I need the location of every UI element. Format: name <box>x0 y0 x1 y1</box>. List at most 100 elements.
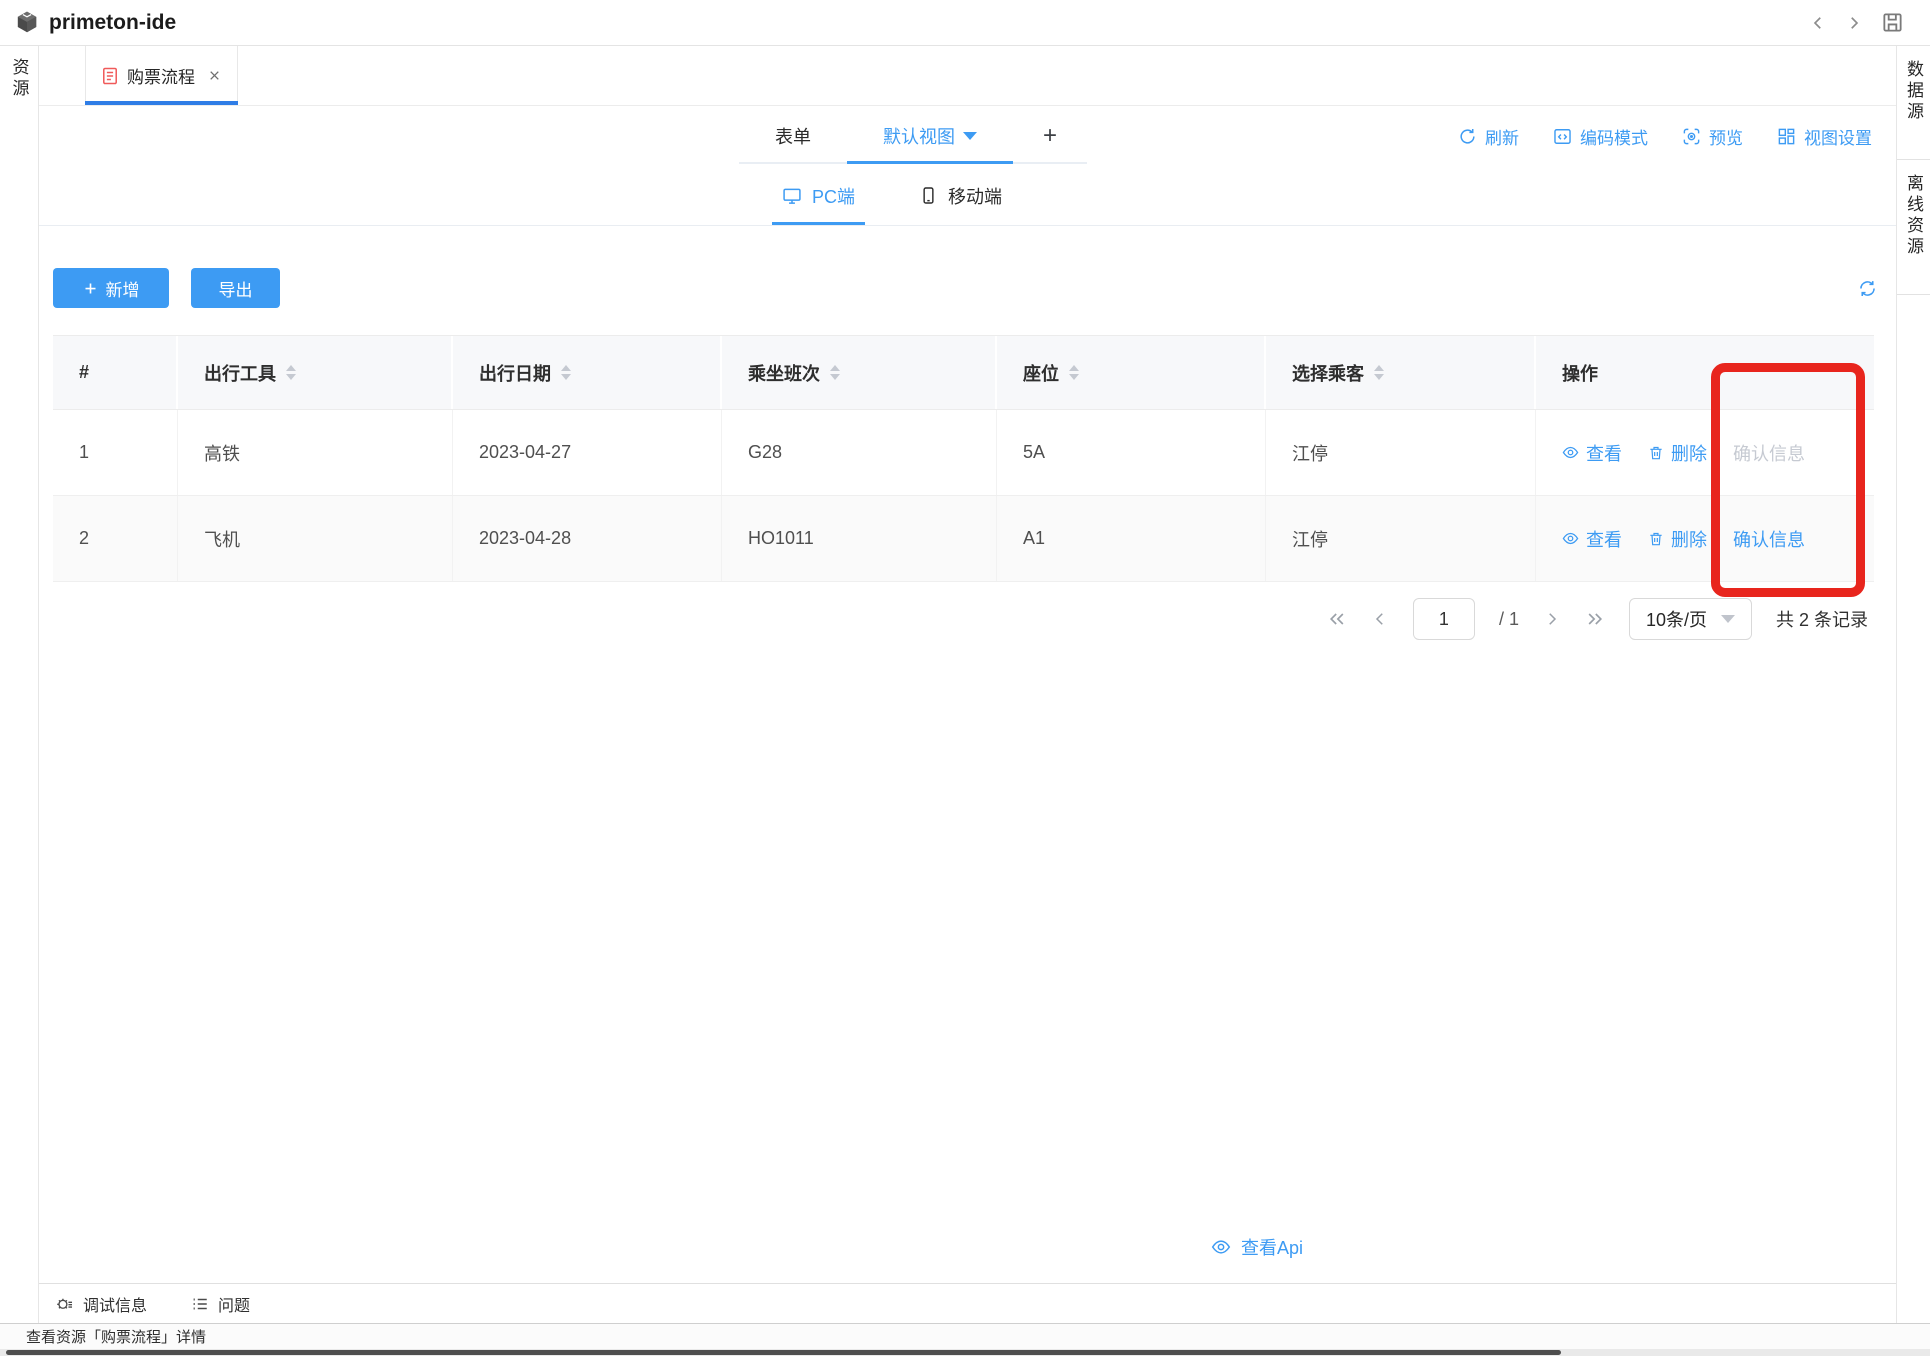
cell-travel-tool: 高铁 <box>178 410 453 495</box>
refresh-button[interactable]: 刷新 <box>1458 124 1519 149</box>
editor-tabstrip: 购票流程 <box>39 46 1896 106</box>
cell-trip-no: HO1011 <box>722 496 997 581</box>
add-record-button[interactable]: 新增 <box>53 268 169 308</box>
editor-tab-label: 购票流程 <box>127 63 195 88</box>
cell-travel-tool: 飞机 <box>178 496 453 581</box>
preview-button[interactable]: 预览 <box>1682 124 1743 149</box>
view-content: 新增 导出 # 出行工具 出行日期 乘坐班次 座位 选择乘客 <box>39 226 1896 1283</box>
nav-forward-icon[interactable] <box>1845 14 1863 32</box>
confirm-info-link[interactable]: 确认信息 <box>1733 526 1805 552</box>
page-number-input[interactable] <box>1413 598 1475 640</box>
right-rail: 数据源 离线资源 <box>1896 46 1930 1323</box>
col-index: # <box>53 336 178 409</box>
col-travel-tool[interactable]: 出行工具 <box>178 336 453 409</box>
page-size-select[interactable]: 10条/页 <box>1629 598 1752 640</box>
col-passenger[interactable]: 选择乘客 <box>1266 336 1536 409</box>
sync-icon[interactable] <box>1857 278 1878 299</box>
sort-carets-icon[interactable] <box>561 365 571 380</box>
right-rail-offline-resources[interactable]: 离线资源 <box>1897 160 1930 295</box>
code-mode-button[interactable]: 编码模式 <box>1553 124 1648 149</box>
table-row: 1 高铁 2023-04-27 G28 5A 江停 查看 <box>53 410 1874 496</box>
status-text: 查看资源「购票流程」详情 <box>26 1326 206 1347</box>
pc-tab-underline <box>772 222 865 225</box>
cell-index: 1 <box>53 410 178 495</box>
left-rail: 资源 <box>0 46 39 1323</box>
col-actions: 操作 <box>1536 336 1874 409</box>
sort-carets-icon[interactable] <box>830 365 840 380</box>
cell-seat: 5A <box>997 410 1266 495</box>
total-records-label: 共 2 条记录 <box>1776 606 1868 632</box>
tab-pc[interactable]: PC端 <box>758 166 879 225</box>
confirm-info-link-disabled[interactable]: 确认信息 <box>1733 440 1805 466</box>
last-page-icon[interactable] <box>1585 609 1605 629</box>
col-seat[interactable]: 座位 <box>997 336 1266 409</box>
next-page-icon[interactable] <box>1543 610 1561 628</box>
table-row: 2 飞机 2023-04-28 HO1011 A1 江停 查看 <box>53 496 1874 582</box>
titlebar: primeton-ide <box>0 0 1930 46</box>
sort-carets-icon[interactable] <box>1069 365 1079 380</box>
horizontal-scrollbar <box>0 1349 1930 1356</box>
tab-default-view[interactable]: 默认视图 <box>847 110 1013 164</box>
tab-form[interactable]: 表单 <box>739 110 847 162</box>
statusbar: 查看资源「购票流程」详情 <box>0 1323 1930 1349</box>
sort-carets-icon[interactable] <box>1374 365 1384 380</box>
view-api-link[interactable]: 查看Api <box>1211 1234 1303 1260</box>
view-link[interactable]: 查看 <box>1562 440 1622 466</box>
close-tab-icon[interactable] <box>208 69 221 82</box>
cell-travel-date: 2023-04-27 <box>453 410 722 495</box>
app-window: primeton-ide 资源 购票流 <box>0 0 1930 1356</box>
cell-index: 2 <box>53 496 178 581</box>
right-rail-datasource[interactable]: 数据源 <box>1897 46 1930 160</box>
device-tab-row: PC端 移动端 <box>39 166 1896 226</box>
export-button[interactable]: 导出 <box>191 268 280 308</box>
caret-down-icon <box>1721 615 1735 623</box>
cell-actions: 查看 删除 确认信息 <box>1536 496 1874 581</box>
sort-carets-icon[interactable] <box>286 365 296 380</box>
bug-icon <box>55 1294 74 1313</box>
cell-trip-no: G28 <box>722 410 997 495</box>
left-rail-resources[interactable]: 资源 <box>7 58 32 1323</box>
editor-tab-active[interactable]: 购票流程 <box>85 46 238 105</box>
app-title: primeton-ide <box>49 11 176 35</box>
preview-eye-icon <box>1682 127 1701 146</box>
view-settings-button[interactable]: 视图设置 <box>1777 124 1872 149</box>
bottom-panelbar: 调试信息 问题 <box>39 1283 1896 1323</box>
toolbar-actions: 刷新 编码模式 预览 视图设置 <box>1458 106 1872 166</box>
active-tab-underline <box>85 101 238 105</box>
eye-icon <box>1562 530 1579 547</box>
save-icon[interactable] <box>1881 11 1904 34</box>
cell-travel-date: 2023-04-28 <box>453 496 722 581</box>
document-icon <box>102 67 118 85</box>
scrollbar-thumb[interactable] <box>6 1350 1561 1355</box>
pagination: / 1 10条/页 共 2 条记录 <box>1327 598 1868 640</box>
problems-button[interactable]: 问题 <box>191 1292 250 1316</box>
delete-link[interactable]: 删除 <box>1648 526 1707 552</box>
cell-seat: A1 <box>997 496 1266 581</box>
caret-down-icon <box>963 132 977 140</box>
prev-page-icon[interactable] <box>1371 610 1389 628</box>
cell-passenger: 江停 <box>1266 496 1536 581</box>
app-logo-cube-icon <box>14 10 40 36</box>
debug-info-button[interactable]: 调试信息 <box>55 1292 147 1316</box>
view-tabs: 表单 默认视图 + <box>739 110 1087 164</box>
records-table: # 出行工具 出行日期 乘坐班次 座位 选择乘客 操作 1 高铁 2023-04… <box>53 335 1874 582</box>
eye-icon <box>1211 1237 1231 1257</box>
cell-passenger: 江停 <box>1266 410 1536 495</box>
plus-icon <box>83 281 98 296</box>
add-view-tab-button[interactable]: + <box>1013 110 1087 162</box>
nav-back-icon[interactable] <box>1809 14 1827 32</box>
eye-icon <box>1562 444 1579 461</box>
col-travel-date[interactable]: 出行日期 <box>453 336 722 409</box>
view-toolbar: 表单 默认视图 + 刷新 <box>39 106 1896 166</box>
table-header-row: # 出行工具 出行日期 乘坐班次 座位 选择乘客 操作 <box>53 336 1874 410</box>
grid-settings-icon <box>1777 127 1796 146</box>
first-page-icon[interactable] <box>1327 609 1347 629</box>
tab-mobile[interactable]: 移动端 <box>895 166 1026 225</box>
total-pages-label: / 1 <box>1499 609 1519 630</box>
delete-link[interactable]: 删除 <box>1648 440 1707 466</box>
monitor-icon <box>782 186 802 206</box>
refresh-icon <box>1458 127 1477 146</box>
view-link[interactable]: 查看 <box>1562 526 1622 552</box>
col-trip-no[interactable]: 乘坐班次 <box>722 336 997 409</box>
trash-icon <box>1648 531 1664 547</box>
